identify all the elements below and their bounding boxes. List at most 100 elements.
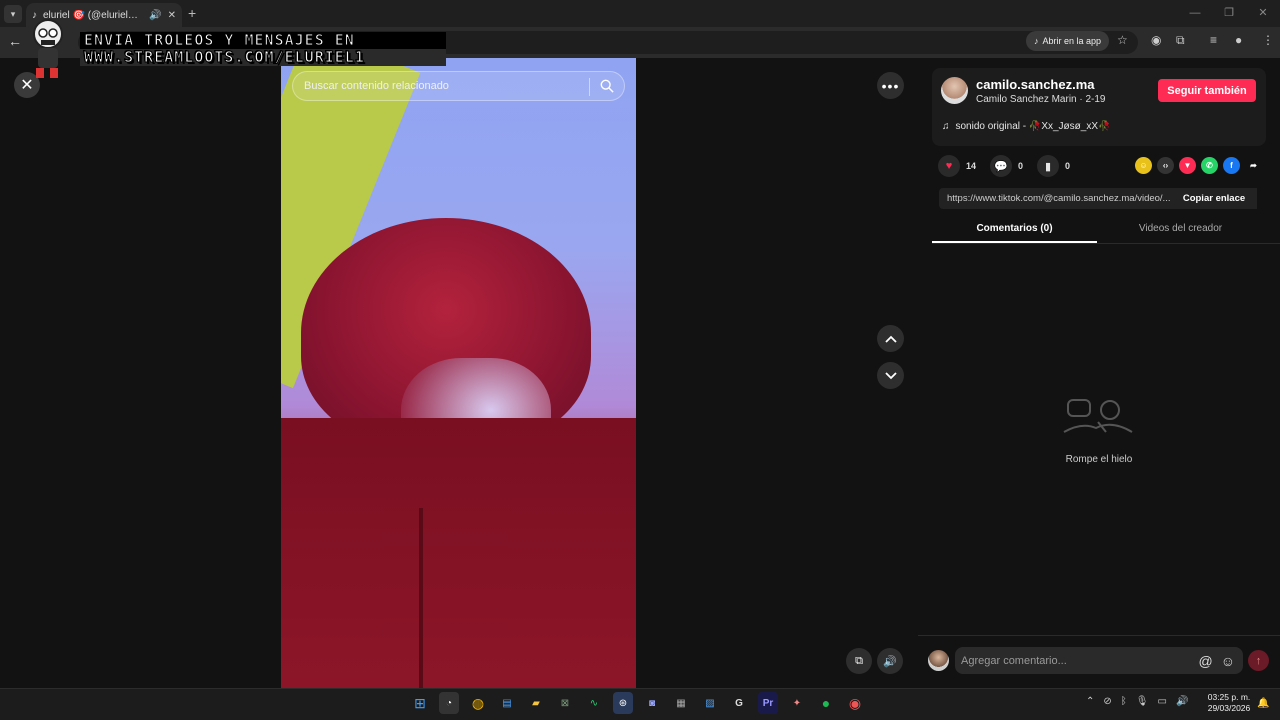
tiktok-icon: ♪ <box>1034 36 1039 46</box>
comment-count: 0 <box>1018 161 1024 171</box>
banner-line-2: WWW.STREAMLOOTS.COM/ELURIEL1 <box>80 48 446 66</box>
windows-start-icon[interactable]: ⊞ <box>410 692 430 714</box>
empty-comments-text: Rompe el hielo <box>1065 454 1133 465</box>
creator-avatar[interactable] <box>941 77 968 104</box>
comment-stat[interactable]: 💬 0 <box>990 155 1023 177</box>
steam-icon[interactable]: ⊛ <box>613 692 633 714</box>
user-avatar <box>928 650 949 671</box>
empty-comments-icon <box>1063 399 1133 433</box>
details-panel <box>918 58 1280 688</box>
chrome-icon[interactable]: ◍ <box>468 692 488 714</box>
system-clock[interactable]: 03:25 p. m. 29/03/2026 <box>1204 692 1254 714</box>
volume-icon[interactable]: 🔊 <box>1176 696 1188 707</box>
close-window-icon[interactable]: ✕ <box>1246 0 1280 27</box>
embed-code-icon[interactable]: ‹› <box>1157 157 1174 174</box>
notification-bell-icon[interactable]: 🔔 <box>1257 698 1269 709</box>
heart-icon: ♥ <box>938 155 960 177</box>
display-icon[interactable]: ▭ <box>1157 696 1166 707</box>
search-icon[interactable] <box>600 79 614 93</box>
tab-creator-videos[interactable]: Videos del creador <box>1098 218 1263 243</box>
share-arrow-icon[interactable]: ➦ <box>1245 157 1262 174</box>
network-off-icon[interactable]: ⊘ <box>1103 696 1111 707</box>
related-search-input[interactable] <box>304 80 589 92</box>
taskbar-apps: ⊞ ◔ ◍ ▤ ▰ ⊠ ∿ ⊛ ◙ ▦ ▨ G Pr ✦ ● ◉ <box>410 692 865 714</box>
post-comment-button[interactable]: ↑ <box>1248 650 1269 671</box>
speaker-icon: 🔊 <box>883 655 897 668</box>
music-label: sonido original - 🥀Xx_Jøsø_xX🥀 <box>955 121 1111 132</box>
kebab-menu-icon[interactable]: ⋮ <box>1262 33 1274 47</box>
share-options: ☺ ‹› ▼ ✆ f ➦ <box>1135 157 1262 174</box>
mascot-character-icon <box>33 19 63 78</box>
bookmark-star-icon[interactable]: ☆ <box>1117 33 1128 47</box>
restore-icon[interactable]: ❐ <box>1212 0 1246 27</box>
system-tray: ⌃ ⊘ ᛒ 🎙 ▭ 🔊 <box>1086 696 1188 707</box>
discord-icon[interactable]: ◙ <box>642 692 662 714</box>
tray-overflow-icon[interactable]: ⌃ <box>1086 696 1094 707</box>
emoji-icon[interactable]: ☺ <box>1221 653 1235 669</box>
banner-line-1: ENVIA TROLEOS Y MENSAJES EN <box>80 31 446 49</box>
spotify-icon[interactable]: ● <box>816 692 836 714</box>
tiktok-app-icon[interactable]: ◔ <box>439 692 459 714</box>
engagement-stats: ♥ 14 💬 0 ▮ 0 <box>938 155 1084 177</box>
send-icon[interactable]: ▼ <box>1179 157 1196 174</box>
share-link-box: https://www.tiktok.com/@camilo.sanchez.m… <box>939 188 1257 209</box>
tab-comments[interactable]: Comentarios (0) <box>932 218 1097 243</box>
mention-icon[interactable]: @ <box>1198 653 1212 669</box>
chevron-down-icon <box>884 371 897 379</box>
streamloots-banner: ENVIA TROLEOS Y MENSAJES EN WWW.STREAMLO… <box>80 31 446 70</box>
whatsapp-icon[interactable]: ✆ <box>1201 157 1218 174</box>
browser-app-icon[interactable]: ◉ <box>845 692 865 714</box>
logitech-icon[interactable]: G <box>729 692 749 714</box>
floating-player-button[interactable]: ⧉ <box>846 648 872 674</box>
save-count: 0 <box>1065 161 1071 171</box>
open-in-app-button[interactable]: ♪ Abrir en la app <box>1026 31 1110 51</box>
profile-avatar-icon[interactable]: ● <box>1235 33 1242 47</box>
like-stat[interactable]: ♥ 14 <box>938 155 976 177</box>
tab-list-button[interactable]: ▾ <box>4 5 22 23</box>
creator-subtitle: Camilo Sanchez Marin · 2-19 <box>976 94 1106 105</box>
next-video-button[interactable] <box>877 362 904 389</box>
premiere-icon[interactable]: Pr <box>758 692 778 714</box>
notepad-icon[interactable]: ▤ <box>497 692 517 714</box>
related-search-bar <box>292 71 625 101</box>
pip-icon: ⧉ <box>855 654 863 667</box>
panel-tabs: Comentarios (0) Videos del creador <box>932 218 1280 244</box>
like-count: 14 <box>966 161 977 171</box>
bookmark-icon: ▮ <box>1037 155 1060 177</box>
arrow-up-icon: ↑ <box>1255 654 1262 667</box>
music-note-icon: ♫ <box>942 121 950 132</box>
audio-wave-icon[interactable]: ∿ <box>584 692 604 714</box>
previous-video-button[interactable] <box>877 325 904 352</box>
friends-share-icon[interactable]: ☺ <box>1135 157 1152 174</box>
microphone-icon[interactable]: 🎙 <box>1136 696 1149 707</box>
video-player[interactable] <box>281 58 636 688</box>
minimize-icon[interactable]: — <box>1178 0 1212 27</box>
tab-close-icon[interactable]: ✕ <box>168 10 176 21</box>
calculator-icon[interactable]: ▦ <box>671 692 691 714</box>
more-options-button[interactable]: ••• <box>877 72 904 99</box>
media-control-icon[interactable]: ≡ <box>1210 33 1217 47</box>
music-info[interactable]: ♫ sonido original - 🥀Xx_Jøsø_xX🥀 <box>942 121 1110 132</box>
browser-tab-strip: ▾ ♪ eluriel 🎯 (@eluriel095) | TikTok 🔊 ✕… <box>0 0 1280 27</box>
follow-button[interactable]: Seguir también <box>1158 79 1256 102</box>
game-app-icon[interactable]: ✦ <box>787 692 807 714</box>
volume-button[interactable]: 🔊 <box>877 648 903 674</box>
comment-input-wrapper: @ ☺ <box>955 647 1243 674</box>
file-explorer-icon[interactable]: ▰ <box>526 692 546 714</box>
copy-link-button[interactable]: Copiar enlace <box>1171 188 1257 209</box>
comment-input[interactable] <box>955 654 1199 667</box>
speaker-icon[interactable]: 🔊 <box>149 10 161 21</box>
photos-icon[interactable]: ▨ <box>700 692 720 714</box>
extension-icon[interactable]: ◉ <box>1151 33 1161 47</box>
save-stat[interactable]: ▮ 0 <box>1037 155 1070 177</box>
puzzle-icon[interactable]: ⧉ <box>1176 33 1185 48</box>
bluetooth-icon[interactable]: ᛒ <box>1121 696 1127 707</box>
back-arrow-icon[interactable]: ← <box>8 33 22 49</box>
facebook-icon[interactable]: f <box>1223 157 1240 174</box>
new-tab-button[interactable]: + <box>188 5 196 21</box>
xbox-app-icon[interactable]: ⊠ <box>555 692 575 714</box>
comment-bubble-icon: 💬 <box>990 155 1013 177</box>
share-url[interactable]: https://www.tiktok.com/@camilo.sanchez.m… <box>939 193 1171 204</box>
creator-username[interactable]: camilo.sanchez.ma <box>976 77 1095 92</box>
window-controls: — ❐ ✕ <box>1178 0 1280 27</box>
